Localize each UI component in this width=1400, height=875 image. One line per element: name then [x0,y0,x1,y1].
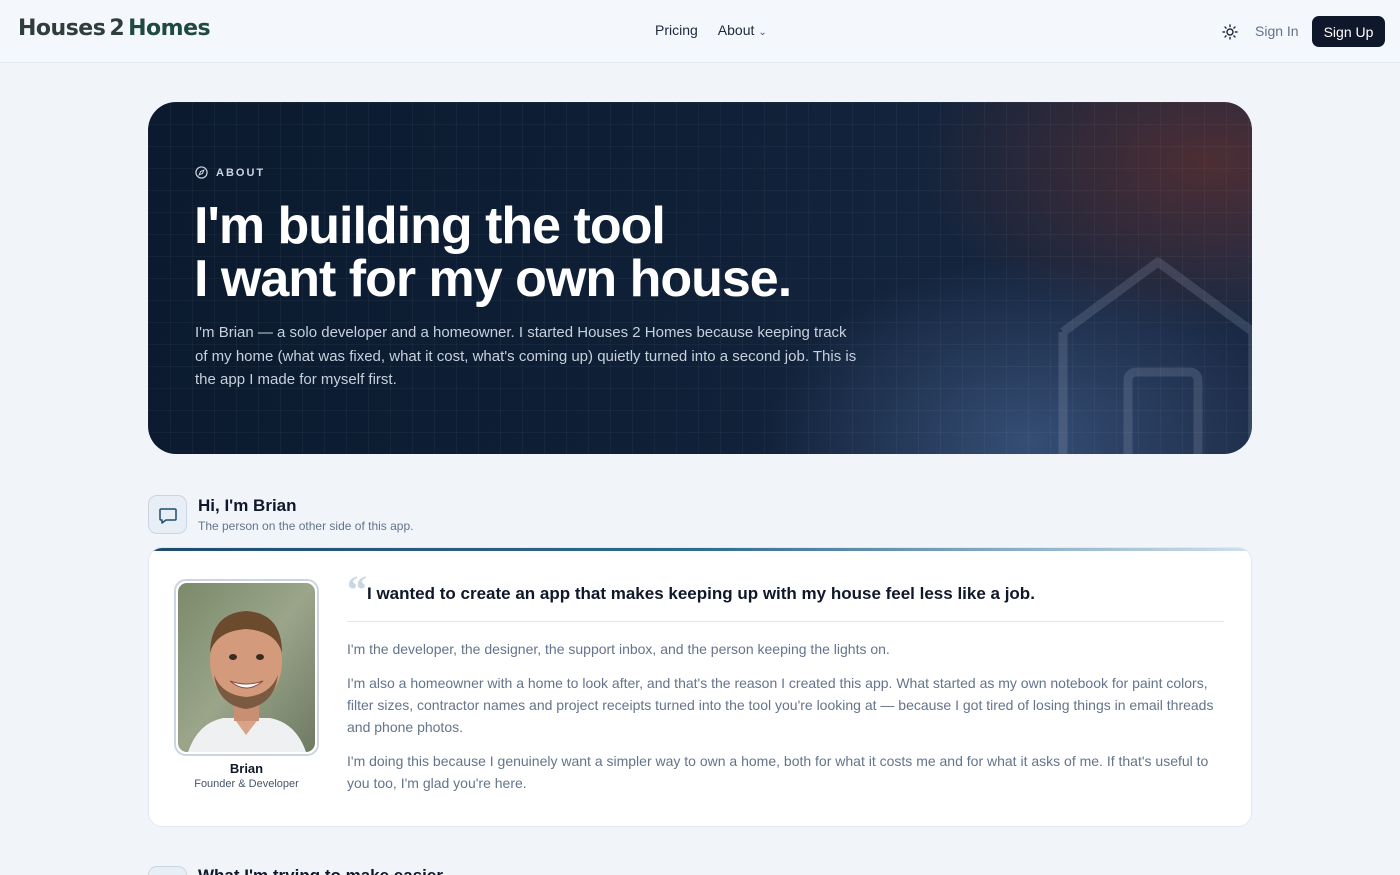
compass-icon [195,166,208,179]
sign-up-button[interactable]: Sign Up [1312,16,1385,47]
nav-pricing-link[interactable]: Pricing [655,22,698,38]
logo-word-homes: Homes [128,16,211,41]
top-navigation-bar: Houses 2 Homes Pricing About ⌄ Sign In Si… [0,0,1400,63]
section-title: Hi, I'm Brian [198,496,297,515]
founder-name: Brian [229,761,264,776]
founder-profile-card: Brian Founder & Developer “ I wanted to … [148,547,1252,827]
founder-quote: I wanted to create an app that makes kee… [367,584,1035,603]
nav-about-label: About [717,22,755,38]
hero-title-line-1: I'm building the tool [194,197,666,255]
section-icon-container [148,495,187,534]
hero-title-line-2: I want for my own house. [194,250,792,308]
sun-icon [1222,24,1238,40]
brand-logo[interactable]: Houses 2 Homes [18,16,211,41]
next-section-icon-container [148,866,187,875]
bio-paragraph-2: I'm also a homeowner with a home to look… [347,675,1214,735]
chat-bubble-icon [158,507,177,524]
logo-word-houses: Houses [18,16,106,41]
bio-paragraph-3: I'm doing this because I genuinely want … [347,753,1209,791]
avatar [174,579,319,756]
main-nav: Pricing About ⌄ [655,22,767,38]
nav-about-menu[interactable]: About ⌄ [718,22,767,38]
card-accent-line [149,548,1251,551]
quote-mark-icon: “ [347,567,367,612]
founder-role: Founder & Developer [194,778,299,790]
house-outline-icon [1058,257,1252,454]
logo-number: 2 [109,16,125,41]
hero-title: I'm building the tool I want for my own … [194,197,792,308]
founder-photo [178,583,315,752]
next-section-title: What I'm trying to make easier [198,866,443,875]
section-subtitle: The person on the other side of this app… [198,519,414,533]
bio-paragraph-1: I'm the developer, the designer, the sup… [347,641,890,657]
eyebrow-label: ABOUT [216,166,266,179]
theme-toggle-button[interactable] [1219,21,1241,43]
quote-divider [347,621,1224,622]
about-hero-banner: ABOUT I'm building the tool I want for m… [148,102,1252,454]
sign-in-link[interactable]: Sign In [1255,23,1299,39]
hero-eyebrow: ABOUT [195,166,265,179]
chevron-down-icon: ⌄ [758,27,767,38]
hero-description: I'm Brian — a solo developer and a homeo… [195,324,857,388]
